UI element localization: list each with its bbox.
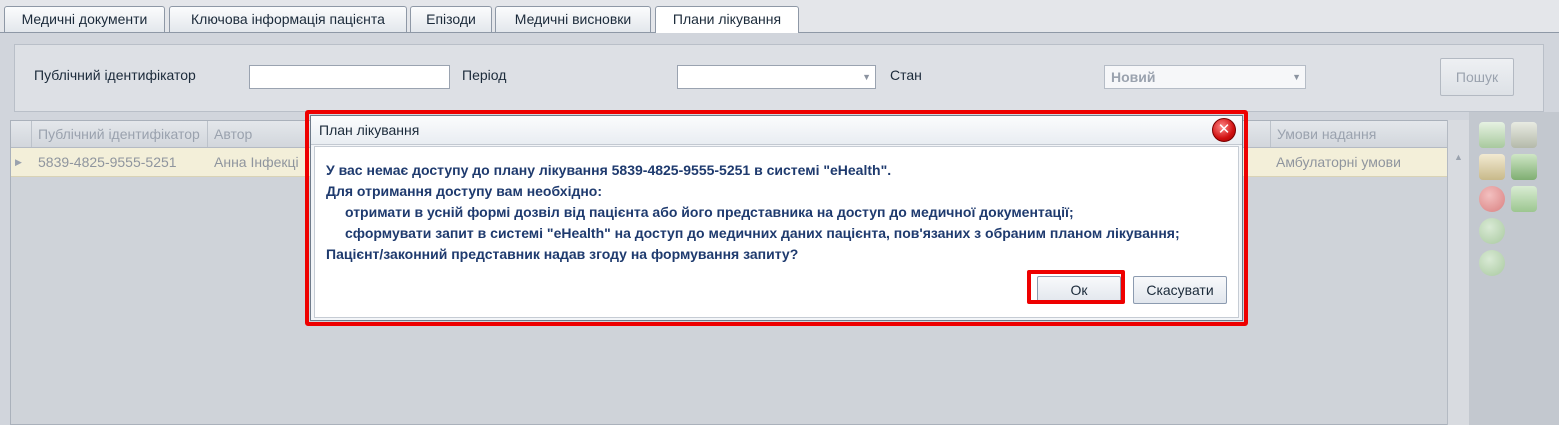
table-scrollbar[interactable]: ▲ [1447, 120, 1469, 425]
document-icon[interactable] [1479, 122, 1505, 148]
scroll-up-icon[interactable]: ▲ [1454, 152, 1463, 162]
tools-icon[interactable] [1511, 122, 1537, 148]
status-value: Новий [1111, 69, 1156, 85]
status-label: Стан [890, 67, 922, 83]
cell-conditions: Амбулаторні умови [1276, 154, 1401, 170]
chevron-down-icon: ▼ [1292, 72, 1301, 82]
edit-icon[interactable] [1479, 154, 1505, 180]
tab-medical-conclusions[interactable]: Медичні висновки [495, 6, 651, 32]
row-pointer-icon: ▶ [15, 157, 22, 167]
row-indicator-header [11, 121, 32, 147]
refresh-icon[interactable] [1511, 154, 1537, 180]
column-header-conditions[interactable]: Умови надання [1270, 121, 1448, 147]
public-id-input[interactable] [249, 65, 450, 89]
tab-treatment-plans[interactable]: Плани лікування [655, 6, 799, 33]
remove-icon[interactable] [1479, 250, 1505, 276]
chevron-down-icon: ▼ [862, 72, 871, 82]
tab-key-patient-info[interactable]: Ключова інформація пацієнта [169, 6, 407, 32]
public-id-label: Публічний ідентифікатор [34, 67, 196, 83]
flag-icon[interactable] [1511, 186, 1537, 212]
add-icon[interactable] [1479, 218, 1505, 244]
period-select[interactable]: ▼ [677, 65, 876, 89]
column-header-public-id[interactable]: Публічний ідентифікатор [32, 121, 208, 147]
tab-medical-documents[interactable]: Медичні документи [4, 6, 165, 32]
ok-button-highlight-frame [1027, 270, 1125, 304]
period-label: Період [462, 67, 507, 83]
status-select[interactable]: Новий ▼ [1104, 65, 1306, 89]
tab-bar: Медичні документи Ключова інформація пац… [0, 0, 1559, 33]
tab-episodes[interactable]: Епізоди [410, 6, 492, 32]
side-toolbar [1469, 112, 1559, 425]
search-button[interactable]: Пошук [1440, 58, 1514, 96]
cancel-icon[interactable] [1479, 186, 1505, 212]
cell-public-id: 5839-4825-9555-5251 [38, 154, 177, 170]
